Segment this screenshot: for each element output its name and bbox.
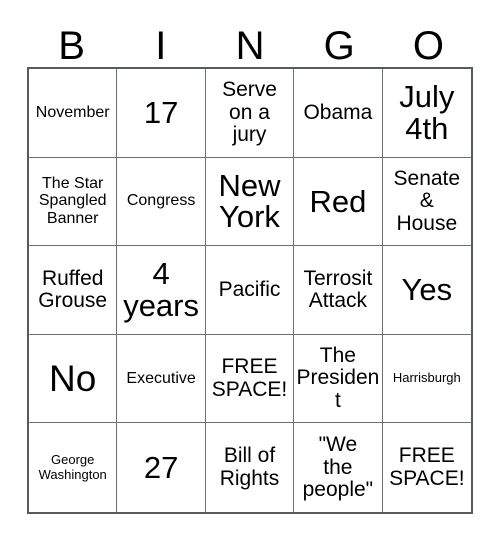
bingo-cell-label: Pacific: [218, 277, 281, 301]
bingo-cell[interactable]: 27: [117, 423, 206, 512]
bingo-cell-label: The President: [296, 344, 380, 412]
bingo-cell-label: Terrosit Attack: [303, 266, 373, 312]
bingo-cell[interactable]: The President: [294, 334, 383, 424]
bingo-cell-label: The Star Spangled Banner: [38, 174, 107, 228]
bingo-free-space-cell[interactable]: FREE SPACE!: [382, 423, 471, 512]
bingo-cell[interactable]: Yes: [382, 246, 471, 335]
bingo-cell-label: Obama: [303, 100, 373, 124]
bingo-header-letter-g: G: [323, 24, 355, 68]
bingo-cell-label: FREE SPACE!: [389, 444, 465, 490]
bingo-cell-label: Bill of Rights: [219, 444, 280, 490]
bingo-cell[interactable]: "We the people": [294, 423, 383, 512]
bingo-cell-label: 4 years: [123, 256, 199, 323]
bingo-cell[interactable]: 4 years: [117, 246, 206, 335]
bingo-cell-label: No: [49, 358, 97, 400]
bingo-cell-label: New York: [218, 167, 281, 235]
bingo-cell-label: Red: [309, 183, 367, 219]
bingo-cell[interactable]: November: [29, 69, 118, 158]
bingo-cell-label: 17: [143, 94, 179, 130]
bingo-cell[interactable]: Harrisburgh: [382, 334, 471, 424]
bingo-cell-label: Congress: [126, 192, 196, 210]
bingo-cell-label: 27: [143, 449, 179, 485]
bingo-cell-label: July 4th: [399, 79, 455, 146]
bingo-cell[interactable]: Red: [294, 157, 383, 247]
bingo-cell[interactable]: Serve on a jury: [205, 69, 295, 158]
bingo-card: B I N G O November 17 Serve on a jury Ob…: [0, 0, 500, 544]
bingo-cell-label: November: [35, 103, 110, 121]
bingo-cell[interactable]: The Star Spangled Banner: [29, 157, 118, 247]
bingo-cell-label: "We the people": [302, 433, 374, 501]
bingo-cell[interactable]: Senate & House: [382, 157, 471, 247]
bingo-cell-label: Yes: [401, 272, 453, 308]
bingo-header-letter-b: B: [58, 24, 85, 68]
bingo-cell-label: FREE SPACE!: [211, 355, 288, 401]
bingo-cell[interactable]: Congress: [117, 157, 206, 247]
bingo-cell[interactable]: July 4th: [382, 69, 471, 158]
bingo-header-letter-n: N: [235, 24, 265, 68]
bingo-cell-label: Serve on a jury: [222, 78, 277, 146]
bingo-cell[interactable]: Ruffed Grouse: [29, 246, 118, 335]
bingo-cell[interactable]: 17: [117, 69, 206, 158]
bingo-grid: November 17 Serve on a jury Obama July 4…: [27, 67, 473, 514]
bingo-cell-label: George Washington: [38, 451, 107, 482]
bingo-cell[interactable]: No: [29, 334, 118, 424]
bingo-header-letter-i: I: [155, 24, 167, 68]
bingo-cell[interactable]: Executive: [117, 334, 206, 424]
bingo-cell-label: Executive: [126, 369, 196, 387]
bingo-cell-label: Harrisburgh: [392, 370, 461, 386]
bingo-free-space-cell[interactable]: FREE SPACE!: [205, 334, 295, 424]
bingo-header-letter-o: O: [412, 24, 444, 68]
bingo-cell[interactable]: New York: [205, 157, 295, 247]
bingo-header: B I N G O: [27, 22, 473, 67]
bingo-cell[interactable]: Obama: [294, 69, 383, 158]
bingo-cell-label: Ruffed Grouse: [38, 266, 108, 312]
bingo-cell[interactable]: Pacific: [205, 246, 295, 335]
bingo-cell[interactable]: Bill of Rights: [205, 423, 295, 512]
bingo-cell[interactable]: George Washington: [29, 423, 118, 512]
bingo-cell-label: Senate & House: [393, 167, 461, 235]
bingo-cell[interactable]: Terrosit Attack: [294, 246, 383, 335]
